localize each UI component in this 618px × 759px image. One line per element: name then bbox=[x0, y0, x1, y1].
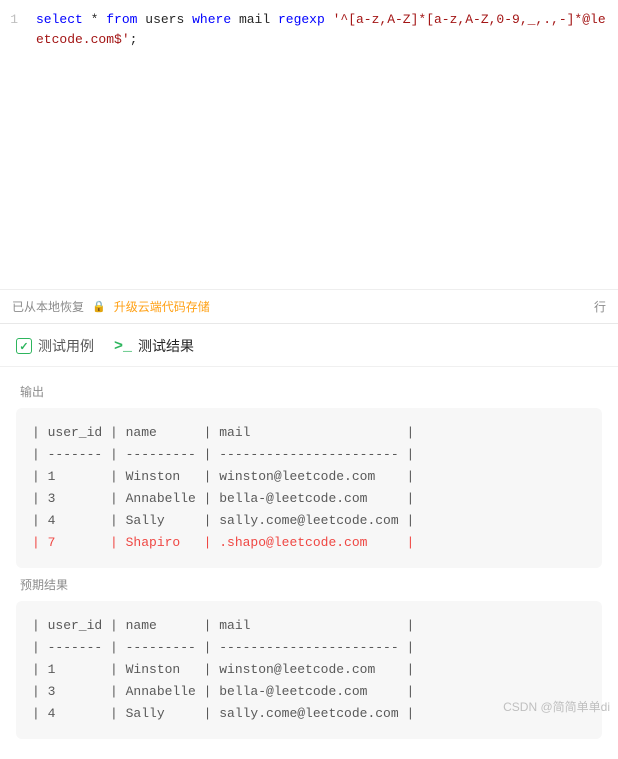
upgrade-link[interactable]: 升级云端代码存储 bbox=[114, 298, 210, 315]
output-label: 输出 bbox=[20, 383, 602, 400]
code-editor[interactable]: 1 select * from users where mail regexp … bbox=[0, 0, 618, 290]
line-number: 1 bbox=[0, 10, 28, 50]
check-icon: ✓ bbox=[16, 338, 32, 354]
prompt-icon: >_ bbox=[114, 338, 132, 355]
watermark: CSDN @简简单单di bbox=[503, 698, 610, 715]
expected-label: 预期结果 bbox=[20, 576, 602, 593]
lock-icon: 🔒 bbox=[92, 300, 106, 313]
tab-testcase[interactable]: ✓ 测试用例 bbox=[16, 336, 94, 356]
tab-testcase-label: 测试用例 bbox=[38, 336, 94, 356]
status-bar: 已从本地恢复 🔒 升级云端代码存储 行 bbox=[0, 290, 618, 324]
line-indicator: 行 bbox=[594, 298, 606, 315]
expected-block: | user_id | name | mail | | ------- | --… bbox=[16, 601, 602, 739]
code-content[interactable]: select * from users where mail regexp '^… bbox=[28, 10, 618, 50]
result-tabs: ✓ 测试用例 >_ 测试结果 bbox=[0, 324, 618, 367]
code-line[interactable]: 1 select * from users where mail regexp … bbox=[0, 10, 618, 50]
output-block: | user_id | name | mail | | ------- | --… bbox=[16, 408, 602, 568]
restored-label: 已从本地恢复 bbox=[12, 298, 84, 315]
tab-testresult[interactable]: >_ 测试结果 bbox=[114, 336, 194, 356]
tab-testresult-label: 测试结果 bbox=[138, 336, 194, 356]
